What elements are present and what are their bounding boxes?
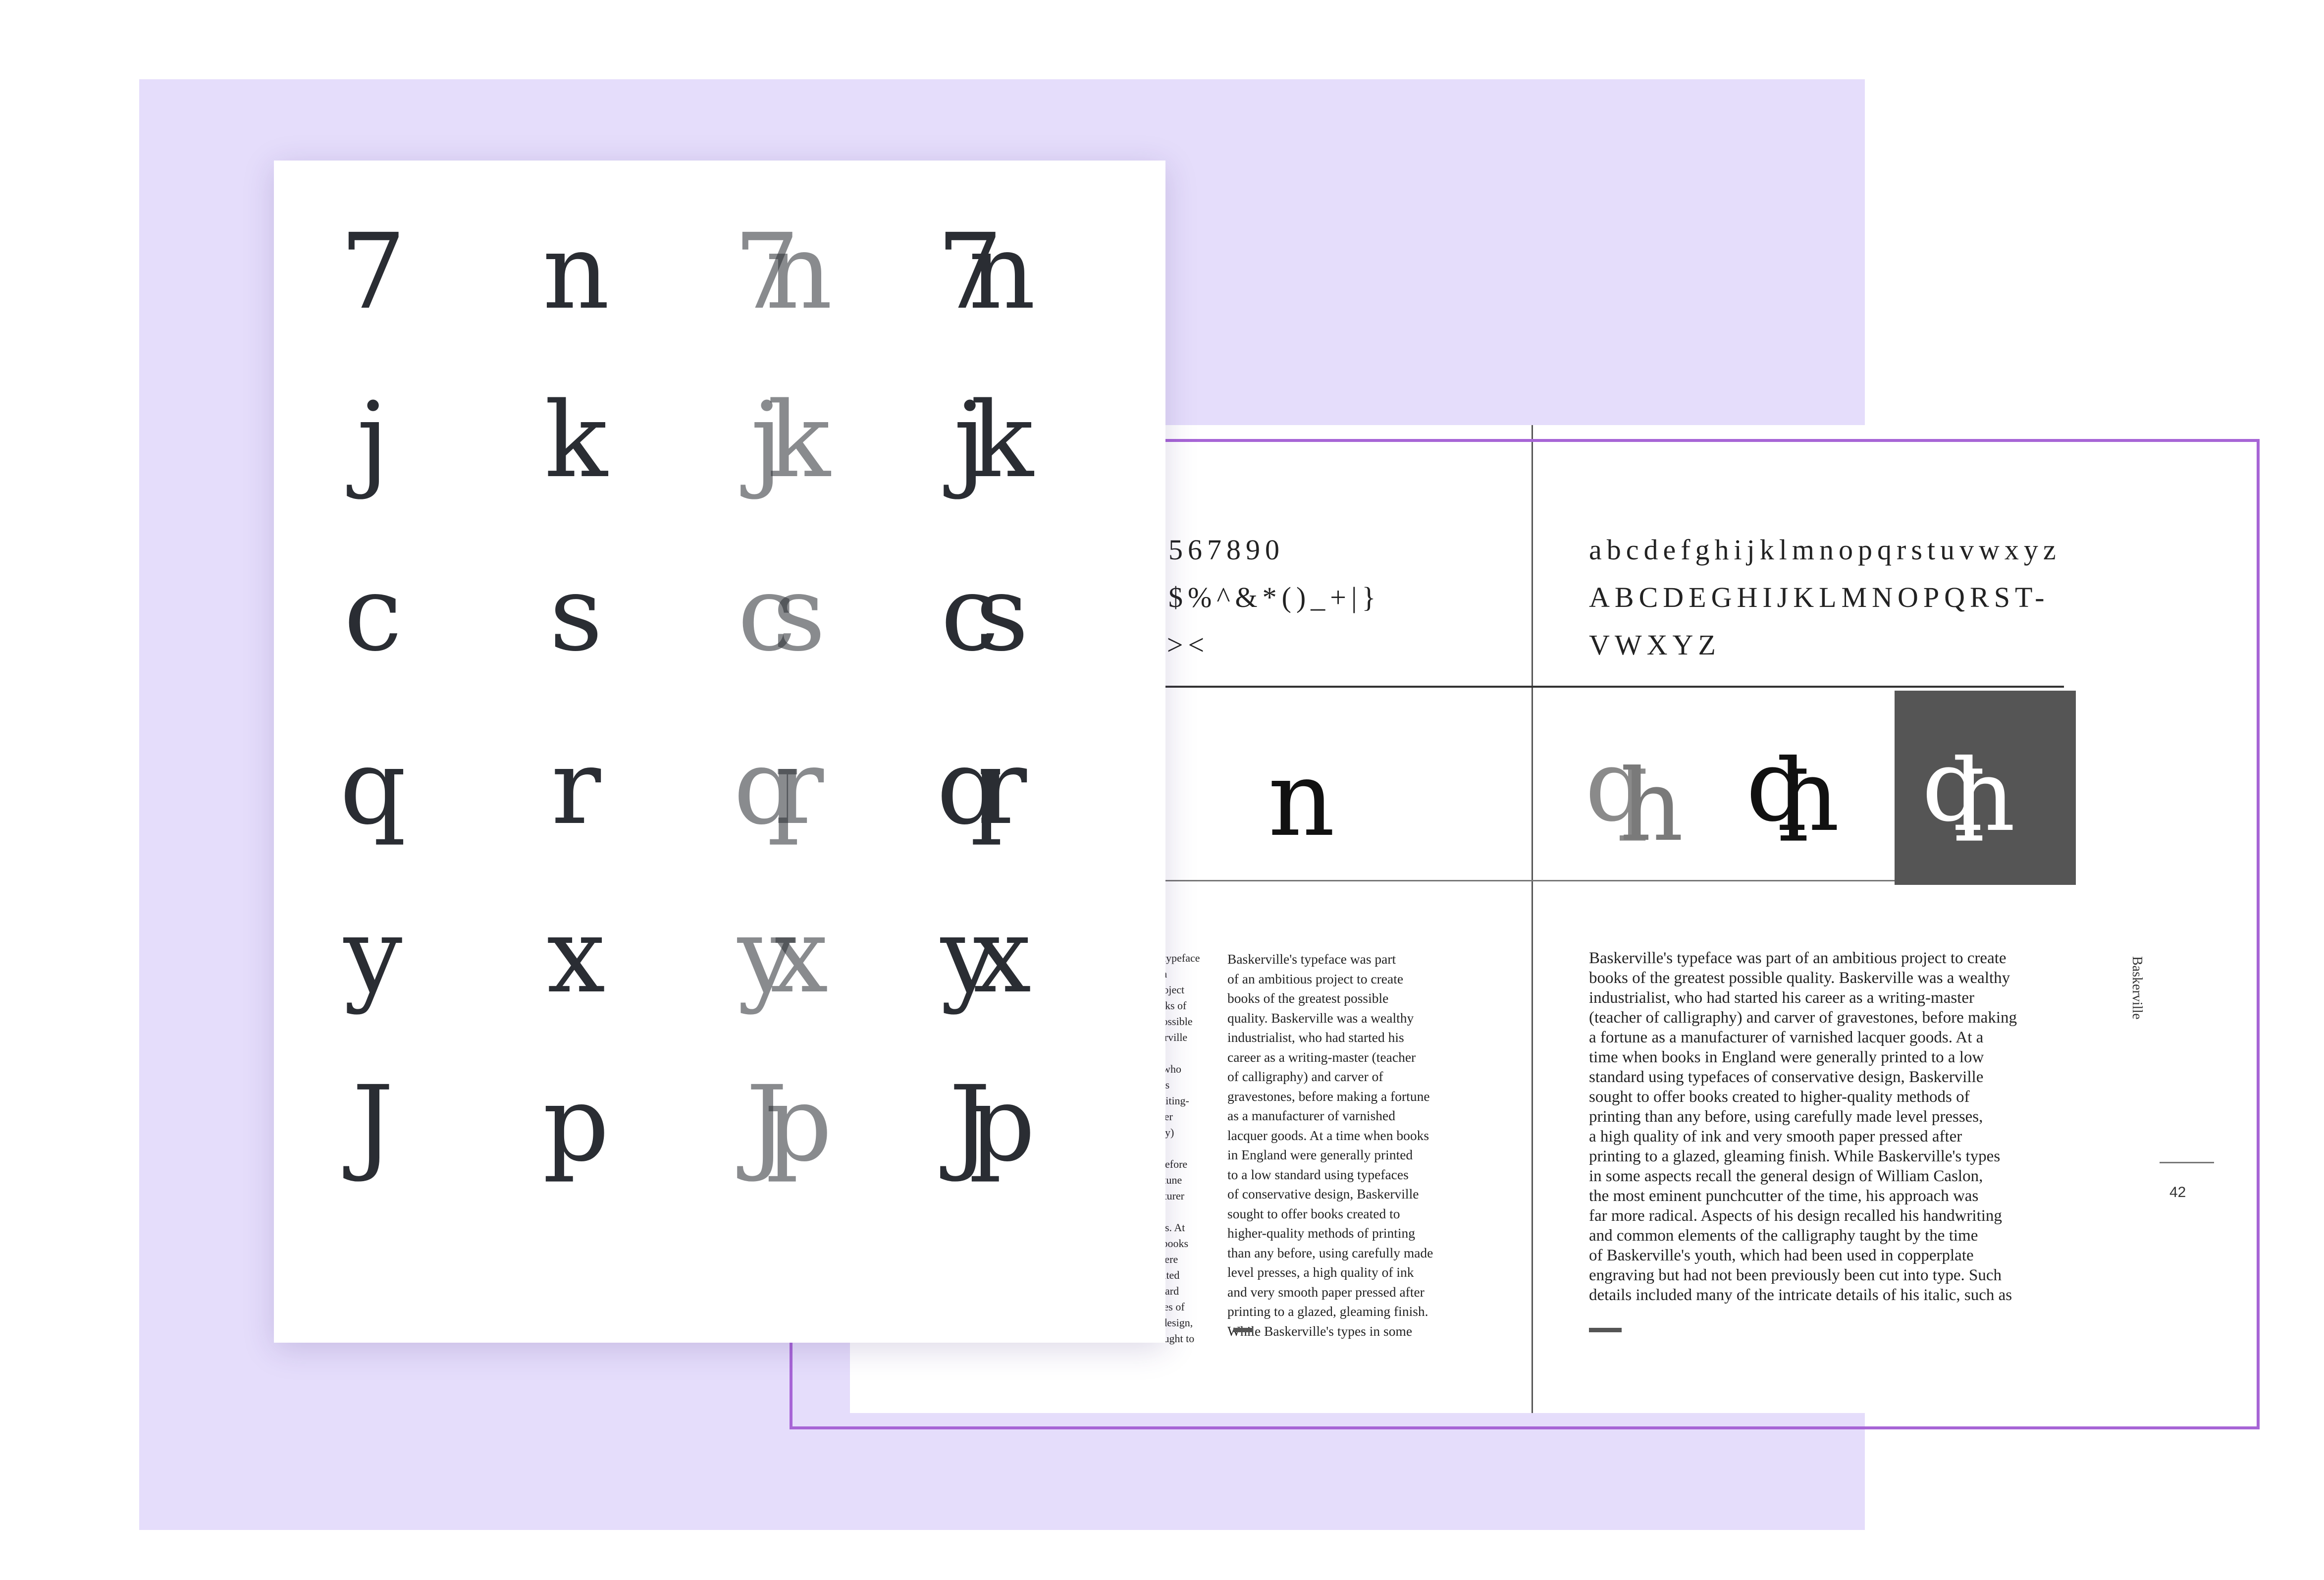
glyph-cell-r4-c4: qr: [883, 706, 1081, 869]
glyph-char: x: [972, 895, 1032, 1016]
glyph-char: x: [546, 895, 606, 1016]
glyph-cell-r1-c1: 7: [274, 190, 472, 354]
glyph-cell-r3-c4: cs: [883, 532, 1081, 696]
glyph-cell-r4-c2: r: [477, 706, 675, 869]
glyph-char: r: [977, 726, 1027, 848]
glyph-char: p: [968, 1063, 1036, 1185]
glyph-char: y: [343, 895, 403, 1016]
left-page-dash: [1233, 1328, 1253, 1332]
glyph-cell-r5-c2: x: [477, 874, 675, 1037]
charset-lowercase: abcdefghijklmnopqrstuvwxyz: [1589, 534, 2061, 566]
glyph-cell-r1-c4: 7n: [883, 190, 1081, 354]
glyph-cell-r4-c1: q: [274, 706, 472, 869]
charset-uppercase-1: ABCDEGHIJKLMNOPQRST-: [1589, 581, 2050, 613]
charset-line-2: #$%^&*()_+|}: [1149, 581, 1381, 613]
display-glyph-n: n: [1268, 738, 1335, 860]
glyph-cell-r6-c1: J: [274, 1042, 472, 1206]
glyph-char: s: [549, 553, 603, 674]
glyph-cell-r2-c1: j: [274, 359, 472, 522]
running-head: Baskerville: [2129, 956, 2145, 1020]
left-charset: 4567890 #$%^&*()_+|} ?><: [1149, 526, 1380, 669]
glyph-cell-r6-c2: p: [477, 1042, 675, 1206]
charset-line-1: 4567890: [1149, 534, 1284, 566]
glyph-cell-r1-c2: n: [477, 190, 675, 354]
qh-inv-h: h: [1952, 738, 2015, 854]
glyph-cell-r2-c3: jk: [680, 359, 878, 522]
glyph-char: k: [767, 380, 831, 501]
right-body-column: Baskerville's typeface was part of an am…: [1589, 949, 2017, 1304]
glyph-char: n: [765, 211, 833, 332]
charset-uppercase-2: VWXYZ: [1589, 629, 1721, 661]
glyph-cell-r5-c1: y: [274, 874, 472, 1037]
glyph-cell-r5-c4: yx: [883, 874, 1081, 1037]
glyph-cell-r3-c2: s: [477, 532, 675, 696]
glyph-char: r: [551, 726, 601, 848]
glyph-char: p: [765, 1063, 833, 1185]
glyph-char: J: [352, 1063, 394, 1185]
glyph-char: n: [542, 211, 610, 332]
glyph-cell-r4-c3: qr: [680, 706, 878, 869]
glyph-char: k: [544, 380, 608, 501]
glyph-char: 7: [340, 211, 406, 332]
glyph-char: r: [774, 726, 824, 848]
glyph-specimen-sheet: 7n7n7njkjkjkcscscsqrqrqryxyxyxJpJpJp: [274, 161, 1165, 1343]
right-page-dash: [1589, 1328, 1622, 1332]
qh-ghost-h: h: [1620, 748, 1684, 864]
glyph-char: c: [344, 553, 402, 674]
spread-gutter: [1532, 425, 1533, 1413]
glyph-cell-r2-c2: k: [477, 359, 675, 522]
left-body-column: Baskerville's typeface was part of an am…: [1227, 951, 1433, 1339]
right-charset: abcdefghijklmnopqrstuvwxyz ABCDEGHIJKLMN…: [1589, 526, 2061, 669]
glyph-cell-r1-c3: 7n: [680, 190, 878, 354]
glyph-char: n: [968, 211, 1036, 332]
glyph-cell-r2-c4: jk: [883, 359, 1081, 522]
glyph-char: q: [339, 726, 407, 848]
glyph-cell-r3-c1: c: [274, 532, 472, 696]
folio-rule: [2160, 1162, 2214, 1163]
qh-h: h: [1776, 738, 1840, 854]
charset-line-3: ?><: [1149, 629, 1210, 661]
glyph-cell-r6-c4: Jp: [883, 1042, 1081, 1206]
glyph-char: k: [970, 380, 1034, 501]
glyph-cell-r3-c3: cs: [680, 532, 878, 696]
page-number: 42: [2169, 1184, 2186, 1200]
glyph-cell-r5-c3: yx: [680, 874, 878, 1037]
glyph-char: s: [975, 553, 1029, 674]
glyph-char: j: [357, 380, 389, 501]
glyph-cell-r6-c3: Jp: [680, 1042, 878, 1206]
glyph-char: s: [772, 553, 826, 674]
glyph-char: x: [769, 895, 829, 1016]
glyph-char: p: [542, 1063, 610, 1185]
